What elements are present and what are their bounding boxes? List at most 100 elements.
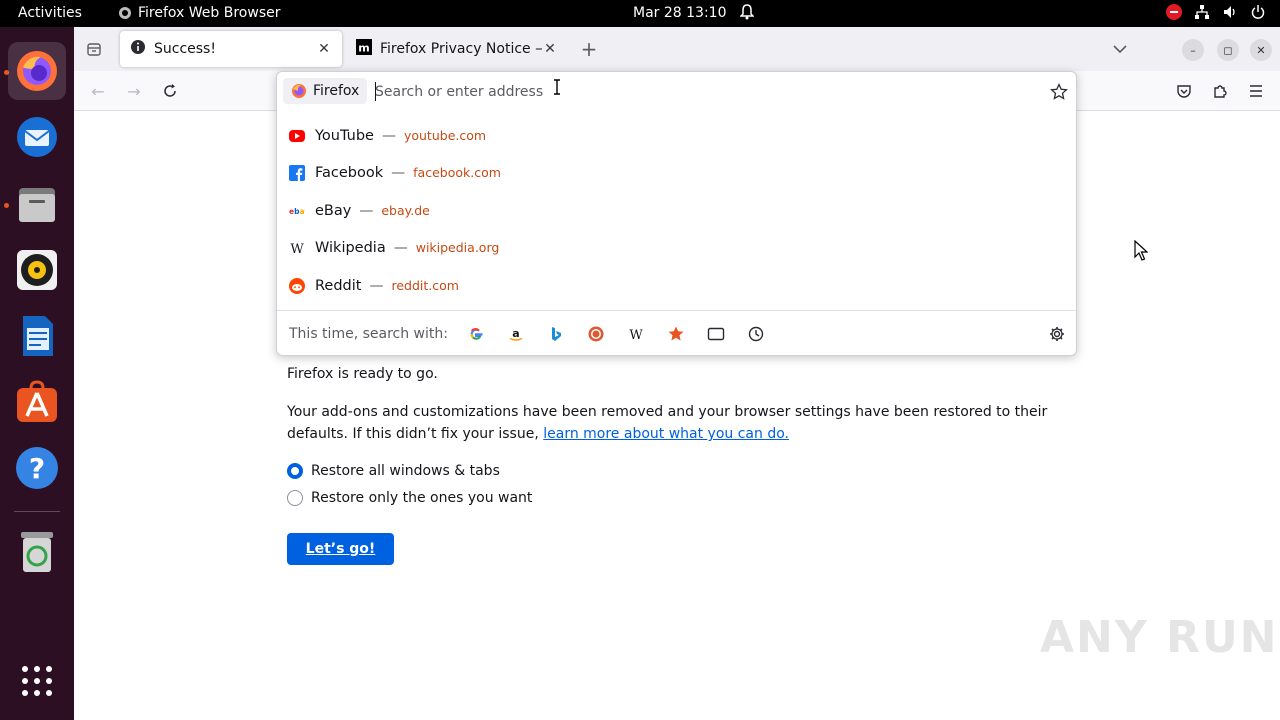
suggestion-facebook[interactable]: Facebook — facebook.com bbox=[277, 154, 1076, 191]
suggestion-dash: — bbox=[381, 127, 396, 144]
dock-rhythmbox-icon[interactable] bbox=[8, 241, 66, 299]
restore-some-option[interactable]: Restore only the ones you want bbox=[287, 490, 532, 506]
wikipedia-icon: W bbox=[289, 240, 305, 256]
firefox-small-icon bbox=[119, 7, 131, 19]
activities-button[interactable]: Activities bbox=[18, 5, 82, 21]
mouse-pointer-icon bbox=[1134, 239, 1149, 266]
extensions-icon[interactable] bbox=[1208, 79, 1232, 103]
gnome-top-bar: Activities Firefox Web Browser Mar 28 13… bbox=[0, 0, 1280, 27]
url-input[interactable] bbox=[375, 80, 1015, 104]
svg-text:m: m bbox=[358, 42, 369, 55]
radio-restore-some[interactable] bbox=[287, 490, 303, 506]
urlbar[interactable]: Firefox bbox=[277, 72, 1076, 112]
svg-text:W: W bbox=[629, 328, 643, 342]
svg-text:W: W bbox=[290, 242, 304, 256]
radio-restore-all[interactable] bbox=[287, 463, 303, 479]
wikipedia-search-icon[interactable]: W bbox=[627, 325, 645, 343]
bing-icon[interactable] bbox=[547, 325, 565, 343]
facebook-icon bbox=[289, 164, 305, 181]
dock-separator bbox=[14, 511, 60, 512]
history-icon[interactable] bbox=[747, 325, 765, 343]
network-icon[interactable] bbox=[1194, 4, 1210, 20]
suggestion-youtube[interactable]: YouTube — youtube.com bbox=[277, 117, 1076, 154]
body-text: Your add-ons and customizations have bee… bbox=[287, 404, 1048, 420]
app-menu-label: Firefox Web Browser bbox=[138, 5, 281, 21]
list-all-tabs-icon[interactable] bbox=[1108, 37, 1132, 61]
volume-icon[interactable] bbox=[1222, 4, 1238, 20]
dock-help-icon[interactable]: ? bbox=[8, 439, 66, 497]
google-icon[interactable] bbox=[467, 325, 485, 343]
dock-trash-icon[interactable] bbox=[8, 523, 66, 581]
radio-label: Restore only the ones you want bbox=[311, 490, 533, 506]
lets-go-button[interactable]: Let’s go! bbox=[287, 533, 394, 565]
suggestion-title: Facebook bbox=[315, 164, 384, 181]
anyrun-watermark: ANY RUN bbox=[1040, 612, 1279, 663]
back-icon[interactable]: ← bbox=[86, 79, 110, 103]
search-engine-chip[interactable]: Firefox bbox=[283, 78, 368, 104]
svg-text:?: ? bbox=[29, 452, 45, 485]
mozilla-icon: m bbox=[356, 39, 372, 59]
svg-text:ebay: ebay bbox=[289, 207, 305, 216]
duckduckgo-icon[interactable] bbox=[587, 325, 605, 343]
app-menu[interactable]: Firefox Web Browser bbox=[118, 5, 281, 21]
forward-icon[interactable]: → bbox=[122, 79, 146, 103]
firefox-engine-icon bbox=[292, 84, 306, 98]
radio-label: Restore all windows & tabs bbox=[311, 463, 500, 479]
clock[interactable]: Mar 28 13:10 bbox=[633, 5, 726, 21]
text-cursor-icon bbox=[553, 79, 561, 99]
dock-writer-icon[interactable] bbox=[8, 307, 66, 365]
tab-success[interactable]: Success! ✕ bbox=[120, 31, 342, 67]
suggestion-wikipedia[interactable]: W Wikipedia — wikipedia.org bbox=[277, 229, 1076, 266]
power-icon[interactable] bbox=[1250, 4, 1266, 20]
tab-title: Firefox Privacy Notice — bbox=[380, 41, 542, 57]
search-settings-gear-icon[interactable] bbox=[1048, 325, 1066, 343]
maximize-icon[interactable]: ◻ bbox=[1217, 39, 1239, 61]
suggestion-dash: — bbox=[369, 277, 384, 294]
dock-files-icon[interactable] bbox=[8, 175, 66, 233]
text-caret bbox=[375, 82, 376, 101]
dock-app-center-icon[interactable] bbox=[8, 373, 66, 431]
one-off-label: This time, search with: bbox=[289, 325, 448, 342]
body-text-2: defaults. If this didn’t fix your issue, bbox=[287, 426, 539, 442]
notification-bell-icon[interactable] bbox=[739, 4, 755, 24]
ubuntu-dock: ? bbox=[0, 27, 74, 720]
suggestion-title: Wikipedia bbox=[315, 239, 386, 256]
tab-privacy-notice[interactable]: m Firefox Privacy Notice — ✕ bbox=[346, 31, 568, 67]
tab-close-icon[interactable]: ✕ bbox=[542, 41, 558, 57]
learn-more-link[interactable]: learn more about what you can do. bbox=[543, 426, 789, 442]
restore-all-option[interactable]: Restore all windows & tabs bbox=[287, 463, 500, 479]
minimize-icon[interactable]: – bbox=[1182, 39, 1204, 61]
close-window-icon[interactable]: ✕ bbox=[1250, 39, 1272, 61]
system-tray[interactable] bbox=[1166, 4, 1266, 20]
suggestion-title: YouTube bbox=[315, 127, 374, 144]
suggestion-url: reddit.com bbox=[391, 278, 459, 293]
suggestion-url: ebay.de bbox=[381, 203, 430, 218]
amazon-icon[interactable]: a bbox=[507, 325, 525, 343]
suggestion-dash: — bbox=[393, 239, 408, 256]
urlbar-panel: Firefox YouTube — youtube.com Facebook —… bbox=[276, 71, 1077, 356]
show-apps-icon[interactable] bbox=[8, 652, 66, 710]
one-off-search-bar: This time, search with: a W bbox=[277, 310, 1076, 356]
suggestion-url: facebook.com bbox=[413, 165, 501, 180]
dock-firefox-icon[interactable] bbox=[8, 42, 66, 100]
suggestion-ebay[interactable]: ebay eBay — ebay.de bbox=[277, 192, 1076, 229]
do-not-disturb-icon[interactable] bbox=[1166, 4, 1182, 20]
tab-title: Success! bbox=[154, 41, 216, 57]
suggestion-dash: — bbox=[359, 202, 374, 219]
new-tab-icon[interactable]: + bbox=[577, 37, 601, 61]
tab-close-icon[interactable]: ✕ bbox=[316, 41, 332, 57]
svg-text:a: a bbox=[512, 327, 519, 340]
dock-thunderbird-icon[interactable] bbox=[8, 108, 66, 166]
suggestion-url: wikipedia.org bbox=[415, 240, 500, 255]
suggestion-reddit[interactable]: Reddit — reddit.com bbox=[277, 267, 1076, 304]
firefox-view-icon[interactable] bbox=[82, 37, 106, 61]
tabs-icon[interactable] bbox=[707, 325, 725, 343]
tab-bar: Success! ✕ m Firefox Privacy Notice — ✕ … bbox=[74, 27, 1280, 71]
engine-label: Firefox bbox=[313, 83, 360, 99]
suggestion-title: Reddit bbox=[315, 277, 362, 294]
bookmarks-icon[interactable] bbox=[667, 325, 685, 343]
app-menu-icon[interactable] bbox=[1244, 79, 1268, 103]
pocket-icon[interactable] bbox=[1172, 79, 1196, 103]
reload-icon[interactable] bbox=[158, 79, 182, 103]
bookmark-star-icon[interactable] bbox=[1047, 80, 1071, 104]
